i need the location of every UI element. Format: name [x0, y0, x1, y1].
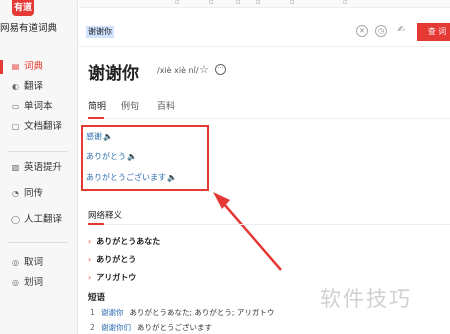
grad-icon: ▧ — [11, 163, 20, 172]
sidebar-item-translate[interactable]: ◐ 翻译 — [0, 77, 78, 97]
translation-text: ありがとう — [86, 152, 126, 161]
translation-item[interactable]: ありがとう🔈 — [86, 151, 137, 162]
toolbar-icon[interactable]: ▫ — [343, 0, 348, 6]
sidebar-item-label: 翻译 — [24, 81, 44, 92]
web-def-item[interactable]: › ありがとうあなた — [88, 236, 160, 247]
top-toolbar: ▫ ▫ ▫ ▫ ▫ ▫ — [79, 0, 450, 8]
sidebar-item-label: 取词 — [24, 257, 44, 268]
web-def-text: ありがとう — [96, 255, 137, 264]
web-def-item[interactable]: › アリガトウ — [88, 272, 136, 283]
sidebar: 有道 网易有道词典 ▤ 词典 ◐ 翻译 ▭ 单词本 ▢ 文档翻译 ▧ 英语提升 ◔ 同传 ◯… — [0, 0, 78, 334]
sidebar-item-label: 划词 — [24, 277, 44, 288]
sidebar-item-doc-translate[interactable]: ▢ 文档翻译 — [0, 117, 78, 137]
web-def-item[interactable]: › ありがとう — [88, 254, 136, 265]
tab-underline — [88, 117, 104, 119]
phrases-title: 短语 — [88, 293, 106, 303]
history-icon[interactable]: ◷ — [375, 25, 387, 37]
web-def-text: ありがとうあなた — [96, 237, 161, 246]
headword: 谢谢你 — [88, 64, 139, 84]
toolbar-icon[interactable]: ▫ — [290, 0, 295, 6]
chevron-right-icon: › — [88, 273, 92, 282]
toolbar-icon[interactable]: ▫ — [236, 0, 241, 6]
sidebar-item-wordbook[interactable]: ▭ 单词本 — [0, 97, 78, 117]
search-bar: 谢谢你 ✕ ◷ ✍ 查 词 — [79, 20, 450, 44]
web-def-text: アリガトウ — [96, 273, 137, 282]
sidebar-item-english-boost[interactable]: ▧ 英语提升 — [0, 158, 78, 178]
sidebar-item-select[interactable]: ◎ 划词 — [0, 273, 78, 293]
tab-examples[interactable]: 例句 — [121, 99, 139, 112]
chevron-right-icon: › — [88, 237, 92, 246]
sidebar-item-interpret[interactable]: ◔ 同传 — [0, 184, 78, 204]
chevron-right-icon: › — [88, 255, 92, 264]
toolbar-icon[interactable]: ▫ — [175, 0, 180, 6]
app-logo: 有道 — [12, 0, 34, 16]
sidebar-item-capture[interactable]: ◎ 取词 — [0, 253, 78, 273]
result-tabs: 简明 例句 百科 — [88, 99, 450, 119]
document-icon: ▢ — [11, 122, 20, 131]
book-icon: ▤ — [11, 62, 20, 71]
section-underline — [88, 223, 104, 225]
tab-concise[interactable]: 简明 — [88, 99, 106, 112]
phrase-meaning: ありがとうあなた; ありがとう; アリガトウ — [129, 308, 275, 317]
translation-item[interactable]: ありがとうございます🔈 — [86, 172, 177, 183]
phrase-number: 1 — [90, 308, 95, 317]
sidebar-item-label: 单词本 — [24, 101, 53, 112]
star-icon[interactable]: ☆ — [199, 63, 209, 76]
clear-icon[interactable]: ✕ — [356, 25, 368, 37]
interpret-icon: ◔ — [12, 189, 19, 198]
phonetic: /xiè xiè nǐ/ — [157, 66, 199, 75]
web-defs-title: 网络释义 — [88, 211, 123, 221]
sidebar-divider — [8, 242, 68, 243]
translation-text: 感谢 — [86, 132, 102, 141]
phrase-link[interactable]: 谢谢你们 — [101, 323, 131, 332]
sidebar-item-label: 文档翻译 — [24, 121, 63, 132]
phrase-number: 2 — [90, 323, 95, 332]
phrase-row: 1 谢谢你 ありがとうあなた; ありがとう; アリガトウ — [90, 307, 274, 318]
person-icon: ◯ — [11, 215, 20, 224]
sidebar-item-label: 同传 — [24, 188, 44, 199]
watermark: 软件技巧 — [320, 287, 412, 311]
sidebar-nav: ▤ 词典 ◐ 翻译 ▭ 单词本 ▢ 文档翻译 ▧ 英语提升 ◔ 同传 ◯ 人工翻译 ◎ 取词 ◎… — [0, 57, 78, 293]
phrase-row: 2 谢谢你们 ありがとうございます — [90, 322, 212, 333]
toolbar-icon[interactable]: ▫ — [209, 0, 214, 6]
capture-icon: ◎ — [12, 258, 19, 267]
sidebar-item-dictionary[interactable]: ▤ 词典 — [0, 57, 78, 77]
search-input[interactable]: 谢谢你 — [86, 26, 114, 38]
translation-text: ありがとうございます — [86, 173, 166, 182]
tab-encyclopedia[interactable]: 百科 — [157, 99, 175, 112]
sidebar-item-label: 人工翻译 — [24, 214, 63, 225]
translate-icon: ◐ — [12, 82, 19, 91]
sidebar-item-human-translate[interactable]: ◯ 人工翻译 — [0, 210, 78, 230]
phrase-meaning: ありがとうございます — [137, 323, 212, 332]
more-icon[interactable]: ··· — [215, 64, 226, 75]
sidebar-divider — [8, 151, 68, 152]
phrase-link[interactable]: 谢谢你 — [101, 308, 124, 317]
query-button[interactable]: 查 词 — [417, 23, 450, 41]
wordbook-icon: ▭ — [11, 102, 20, 111]
search-divider — [79, 46, 450, 47]
speaker-icon[interactable]: 🔈 — [127, 152, 137, 161]
translation-item[interactable]: 感谢🔈 — [86, 131, 113, 142]
toolbar-icon[interactable]: ▫ — [256, 0, 261, 6]
speaker-icon[interactable]: 🔈 — [167, 173, 177, 182]
select-icon: ◎ — [12, 278, 19, 287]
sidebar-item-label: 词典 — [24, 61, 44, 72]
section-divider — [88, 224, 450, 225]
sidebar-item-label: 英语提升 — [24, 162, 63, 173]
app-title: 网易有道词典 — [0, 23, 58, 34]
speaker-icon[interactable]: 🔈 — [103, 132, 113, 141]
thumb-icon[interactable]: ✍ — [395, 25, 407, 37]
